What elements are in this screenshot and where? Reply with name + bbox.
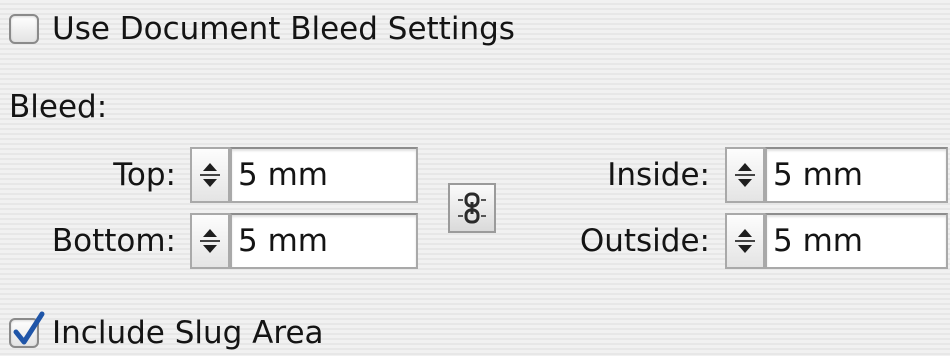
- up-down-arrows-icon: [200, 229, 220, 253]
- up-down-arrows-icon: [735, 163, 755, 187]
- inside-label: Inside:: [607, 157, 710, 193]
- outside-stepper[interactable]: [725, 213, 765, 269]
- up-down-arrows-icon: [200, 163, 220, 187]
- inside-stepper[interactable]: [725, 147, 765, 203]
- bottom-input[interactable]: 5 mm: [230, 213, 418, 269]
- top-label: Top:: [113, 157, 176, 193]
- bottom-label: Bottom:: [51, 223, 176, 259]
- bleed-section-label: Bleed:: [9, 89, 108, 125]
- include-slug-area-checkbox[interactable]: [9, 311, 45, 348]
- link-bleed-values-button[interactable]: [448, 183, 496, 233]
- outside-input[interactable]: 5 mm: [765, 213, 948, 269]
- up-down-arrows-icon: [735, 229, 755, 253]
- use-document-bleed-checkbox[interactable]: [9, 14, 39, 44]
- use-document-bleed-label[interactable]: Use Document Bleed Settings: [52, 11, 515, 47]
- top-input[interactable]: 5 mm: [230, 147, 418, 203]
- chain-link-icon: [458, 192, 486, 224]
- include-slug-area-label[interactable]: Include Slug Area: [52, 315, 324, 351]
- top-stepper[interactable]: [190, 147, 230, 203]
- checkmark-icon: [13, 311, 45, 345]
- outside-label: Outside:: [579, 223, 710, 259]
- bottom-stepper[interactable]: [190, 213, 230, 269]
- inside-input[interactable]: 5 mm: [765, 147, 948, 203]
